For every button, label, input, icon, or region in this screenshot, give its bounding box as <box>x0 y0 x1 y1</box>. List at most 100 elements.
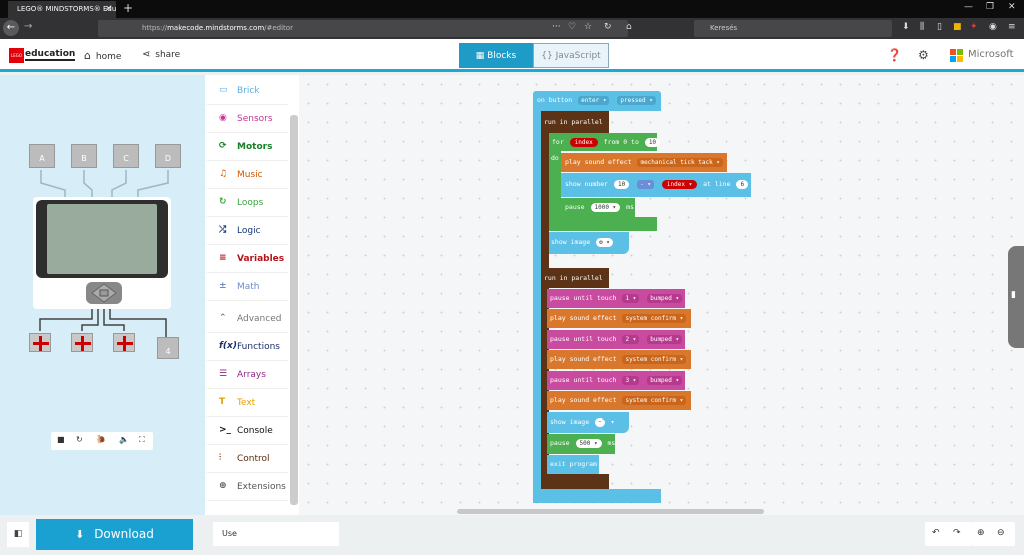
zoom-in-icon[interactable]: ⊕ <box>977 528 985 538</box>
toolbox-category-sensors[interactable]: ◉ Sensors <box>205 105 288 133</box>
undo-icon[interactable]: ↶ <box>932 528 940 538</box>
help-icon[interactable]: ❓ <box>887 48 902 62</box>
toggle-simulator-button[interactable]: ◧ <box>7 522 29 547</box>
home-button[interactable]: ⌂ home <box>84 49 121 62</box>
fullscreen-icon[interactable]: ⛶ <box>139 435 145 445</box>
sensor-port-4[interactable]: 4 <box>157 337 179 359</box>
touch-port-dropdown-3[interactable]: 3 ▾ <box>622 376 640 385</box>
more-icon[interactable]: ··· <box>552 22 561 32</box>
image-picker[interactable]: ⚙ ▾ <box>596 238 613 247</box>
run-in-parallel-block-2[interactable]: run in parallel <box>541 268 609 288</box>
touch-port-dropdown-2[interactable]: 2 ▾ <box>622 335 640 344</box>
close-tab-icon[interactable]: ✕ <box>105 4 112 13</box>
addon-icon[interactable]: ✦ <box>970 22 978 32</box>
run-in-parallel-block[interactable]: run in parallel <box>541 111 609 133</box>
minimize-icon[interactable]: — <box>964 2 973 12</box>
toolbox-category-music[interactable]: ♫ Music <box>205 161 288 189</box>
flyout-toggle[interactable]: ▮ <box>1008 246 1024 348</box>
sensor-port-3[interactable] <box>113 333 135 352</box>
toolbox-category-loops[interactable]: ↻ Loops <box>205 189 288 217</box>
home-icon[interactable]: ⌂ <box>626 22 632 32</box>
play-sound-block-1[interactable]: play sound effect system confirm ▾ <box>547 309 691 328</box>
toolbox-category-math[interactable]: ± Math <box>205 273 288 301</box>
toolbox-category-brick[interactable]: ▭ Brick <box>205 77 288 105</box>
library-icon[interactable]: ⫼ <box>920 22 924 32</box>
exit-program-block[interactable]: exit program <box>547 455 599 474</box>
event-dropdown[interactable]: pressed ▾ <box>617 96 656 105</box>
stop-icon[interactable]: ■ <box>57 435 65 444</box>
browser-tab[interactable]: LEGO® MINDSTORMS® Edu ✕ <box>8 1 116 18</box>
zoom-out-icon[interactable]: ⊖ <box>997 528 1005 538</box>
account-icon[interactable]: ◉ <box>989 22 997 32</box>
reload-icon[interactable]: ↻ <box>604 22 612 32</box>
math-operator-dropdown[interactable]: - ▾ <box>637 180 654 189</box>
play-sound-block[interactable]: play sound effect mechanical tick tack ▾ <box>561 153 727 172</box>
toolbox-category-motors[interactable]: ⟳ Motors <box>205 133 288 161</box>
pause-block[interactable]: pause 1000 ▾ ms <box>561 198 635 218</box>
microsoft-logo[interactable]: Microsoft <box>950 48 1018 64</box>
download-button[interactable]: ⬇ Download <box>36 519 193 550</box>
sensor-port-2[interactable] <box>71 333 93 352</box>
close-window-icon[interactable]: ✕ <box>1008 2 1016 12</box>
pause-duration[interactable]: 1000 ▾ <box>590 203 621 212</box>
ev3-buttons[interactable] <box>86 282 122 304</box>
menu-icon[interactable]: ≡ <box>1008 22 1016 32</box>
for-loop-block[interactable]: for index from 0 to 10 <box>549 133 661 151</box>
toolbox-category-advanced[interactable]: ⌃ Advanced <box>205 305 288 333</box>
index-variable[interactable]: index <box>569 138 598 147</box>
lego-education-logo[interactable]: LEGO education <box>9 48 76 63</box>
pause-until-touch-block-2[interactable]: pause until touch 2 ▾ bumped ▾ <box>547 330 685 349</box>
toolbox-scrollbar[interactable] <box>290 115 298 505</box>
sidebar-icon[interactable]: ▯ <box>937 22 942 32</box>
on-button-block[interactable]: on button enter ▾ pressed ▾ <box>533 91 661 111</box>
restart-icon[interactable]: ↻ <box>76 435 83 444</box>
toolbox-category-control[interactable]: ⫶ Control <box>205 445 288 473</box>
toolbox-category-extensions[interactable]: ⊕ Extensions <box>205 473 288 501</box>
sound-dropdown[interactable]: mechanical tick tack ▾ <box>637 158 723 167</box>
url-bar[interactable]: https://makecode.mindstorms.com/#editor <box>98 20 628 37</box>
sound-icon[interactable]: 🔈 <box>119 435 129 444</box>
show-number-block[interactable]: show number 10 - ▾ index ▾ at line 6 <box>561 173 751 197</box>
play-sound-block-3[interactable]: play sound effect system confirm ▾ <box>547 391 691 410</box>
play-sound-block-2[interactable]: play sound effect system confirm ▾ <box>547 350 691 369</box>
tab-blocks[interactable]: ▦ Blocks <box>459 43 533 68</box>
share-button[interactable]: ⋖ share <box>142 49 180 60</box>
toolbox-category-console[interactable]: >_ Console <box>205 417 288 445</box>
toolbox-category-variables[interactable]: ≡ Variables <box>205 245 288 273</box>
touch-state-dropdown-1[interactable]: bumped ▾ <box>647 294 683 303</box>
workspace-horizontal-scrollbar[interactable] <box>457 509 764 514</box>
line-number-value[interactable]: 6 <box>736 180 749 189</box>
port-b[interactable]: B <box>71 144 97 168</box>
search-input[interactable]: Keresés <box>694 20 892 37</box>
show-image-block-2[interactable]: show image ᵕ̈ ▾ <box>547 412 629 433</box>
back-icon[interactable]: ← <box>3 20 19 36</box>
pause-duration-2[interactable]: 500 ▾ <box>575 439 602 448</box>
settings-gear-icon[interactable]: ⚙ <box>918 48 929 62</box>
sound-dropdown-2[interactable]: system confirm ▾ <box>622 355 687 364</box>
port-a[interactable]: A <box>29 144 55 168</box>
image-picker-2[interactable]: ᵕ̈ <box>595 418 605 427</box>
sound-dropdown-1[interactable]: system confirm ▾ <box>622 314 687 323</box>
number-operand-a[interactable]: 10 <box>613 180 630 189</box>
toolbox-category-text[interactable]: T Text <box>205 389 288 417</box>
pause-until-touch-block-1[interactable]: pause until touch 1 ▾ bumped ▾ <box>547 289 685 308</box>
sensor-port-1[interactable] <box>29 333 51 352</box>
loop-end-value[interactable]: 10 <box>644 138 661 147</box>
project-name-input[interactable]: Use <box>213 522 339 546</box>
pocket-icon[interactable]: ♡ <box>568 22 576 32</box>
toolbox-category-arrays[interactable]: ☰ Arrays <box>205 361 288 389</box>
pause-until-touch-block-3[interactable]: pause until touch 3 ▾ bumped ▾ <box>547 371 685 390</box>
tab-javascript[interactable]: {} JavaScript <box>533 43 609 68</box>
port-c[interactable]: C <box>113 144 139 168</box>
show-image-block[interactable]: show image ⚙ ▾ <box>549 232 629 254</box>
button-dropdown[interactable]: enter ▾ <box>578 96 610 105</box>
extension-icon[interactable]: ■ <box>953 22 962 32</box>
index-operand[interactable]: index ▾ <box>661 180 698 189</box>
slow-mo-icon[interactable]: 🐌 <box>96 435 106 444</box>
new-tab-icon[interactable]: + <box>123 1 133 15</box>
touch-state-dropdown-3[interactable]: bumped ▾ <box>647 376 683 385</box>
redo-icon[interactable]: ↷ <box>953 528 961 538</box>
maximize-icon[interactable]: ❐ <box>986 2 994 12</box>
port-d[interactable]: D <box>155 144 181 168</box>
touch-state-dropdown-2[interactable]: bumped ▾ <box>647 335 683 344</box>
